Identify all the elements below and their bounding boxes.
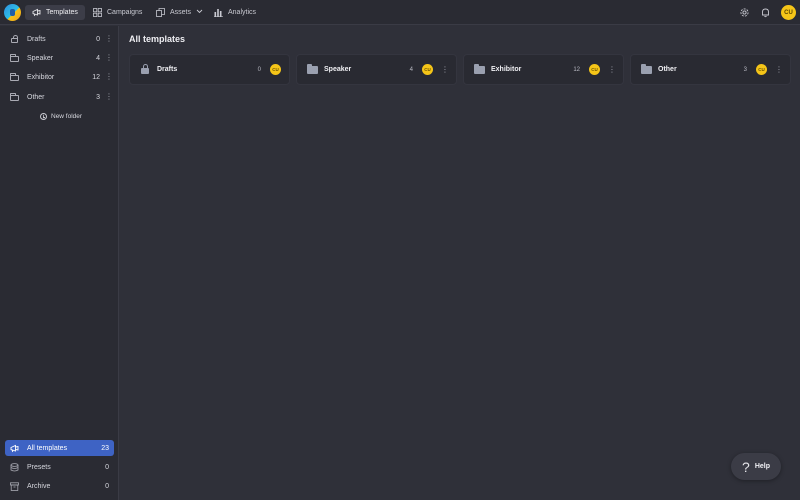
sidebar-item-count: 0 (96, 35, 100, 43)
sidebar-item-count: 3 (96, 93, 100, 101)
sidebar-item-other[interactable]: Other 3 ⋮ (5, 89, 114, 105)
question-mark-icon: ? (742, 458, 750, 475)
sidebar-item-count: 4 (96, 54, 100, 62)
folder-icon (10, 53, 19, 63)
sidebar-item-presets[interactable]: Presets 0 (5, 459, 114, 475)
tab-assets[interactable]: Assets (149, 5, 210, 20)
sidebar-item-label: Presets (27, 463, 51, 471)
sidebar-item-count: 0 (105, 463, 109, 471)
sidebar: Drafts 0 ⋮ Speaker 4 ⋮ Exhibitor 12 ⋮ Ot… (0, 26, 119, 500)
megaphone-icon (32, 8, 41, 17)
folder-icon (474, 63, 485, 75)
kebab-menu-icon[interactable]: ⋮ (105, 93, 113, 101)
bar-chart-icon (214, 8, 223, 17)
sidebar-item-exhibitor[interactable]: Exhibitor 12 ⋮ (5, 69, 114, 85)
kebab-menu-icon[interactable]: ⋮ (105, 73, 113, 81)
folder-card-count: 0 (257, 66, 261, 73)
help-button[interactable]: ? Help (731, 453, 781, 480)
sidebar-item-count: 12 (92, 73, 100, 81)
folder-card-name: Other (658, 66, 677, 73)
avatar: CU (422, 64, 433, 75)
kebab-menu-icon[interactable]: ⋮ (775, 65, 783, 74)
lock-icon (10, 34, 19, 44)
sidebar-item-label: Archive (27, 482, 51, 490)
archive-icon (10, 481, 19, 491)
sidebar-item-count: 0 (105, 482, 109, 490)
avatar: CU (756, 64, 767, 75)
page-title: All templates (129, 34, 186, 44)
folder-card-other[interactable]: Other 3 CU ⋮ (630, 54, 791, 85)
folder-card-drafts[interactable]: Drafts 0 CU (129, 54, 290, 85)
lock-icon (140, 63, 151, 75)
tab-assets-label: Assets (170, 9, 192, 16)
bell-icon[interactable] (760, 7, 771, 18)
sidebar-item-label: Other (27, 93, 45, 101)
folder-card-count: 12 (573, 66, 580, 73)
avatar: CU (589, 64, 600, 75)
folder-icon (10, 72, 19, 82)
folder-card-name: Exhibitor (491, 66, 522, 73)
tab-templates-label: Templates (46, 9, 78, 16)
top-navigation-bar: Templates Campaigns Assets Analytics CU (0, 0, 800, 25)
grid-icon (93, 8, 102, 17)
assets-icon (156, 8, 165, 17)
folder-card-speaker[interactable]: Speaker 4 CU ⋮ (296, 54, 457, 85)
kebab-menu-icon[interactable]: ⋮ (105, 35, 113, 43)
sidebar-item-label: Speaker (27, 54, 54, 62)
tab-campaigns-label: Campaigns (107, 9, 143, 16)
gear-icon[interactable] (739, 7, 750, 18)
sidebar-item-count: 23 (101, 444, 109, 452)
chevron-down-icon (196, 9, 203, 16)
sidebar-item-label: All templates (27, 444, 68, 452)
new-folder-label: New folder (51, 113, 83, 120)
sidebar-item-archive[interactable]: Archive 0 (5, 478, 114, 494)
folder-card-name: Speaker (324, 66, 352, 73)
sidebar-item-label: Exhibitor (27, 73, 55, 81)
folder-card-count: 4 (409, 66, 413, 73)
plus-circle-icon (40, 113, 47, 120)
sidebar-item-drafts[interactable]: Drafts 0 ⋮ (5, 31, 114, 47)
folder-icon (641, 63, 652, 75)
sidebar-item-all-templates[interactable]: All templates 23 (5, 440, 114, 456)
folder-icon (10, 92, 19, 102)
help-label: Help (754, 463, 770, 470)
sidebar-item-label: Drafts (27, 35, 46, 43)
tab-analytics[interactable]: Analytics (207, 5, 263, 20)
tab-analytics-label: Analytics (228, 9, 257, 16)
megaphone-icon (10, 444, 19, 453)
folder-card-count: 3 (743, 66, 747, 73)
app-logo[interactable] (4, 4, 21, 21)
kebab-menu-icon[interactable]: ⋮ (441, 65, 449, 74)
sidebar-item-speaker[interactable]: Speaker 4 ⋮ (5, 50, 114, 66)
user-avatar[interactable]: CU (781, 5, 796, 20)
folder-card-exhibitor[interactable]: Exhibitor 12 CU ⋮ (463, 54, 624, 85)
tab-templates[interactable]: Templates (25, 5, 85, 20)
kebab-menu-icon[interactable]: ⋮ (608, 65, 616, 74)
tab-campaigns[interactable]: Campaigns (86, 5, 149, 20)
stack-icon (10, 462, 19, 472)
avatar: CU (270, 64, 281, 75)
folder-icon (307, 63, 318, 75)
new-folder-button[interactable]: New folder (40, 113, 82, 120)
folder-card-name: Drafts (157, 66, 178, 73)
kebab-menu-icon[interactable]: ⋮ (105, 54, 113, 62)
